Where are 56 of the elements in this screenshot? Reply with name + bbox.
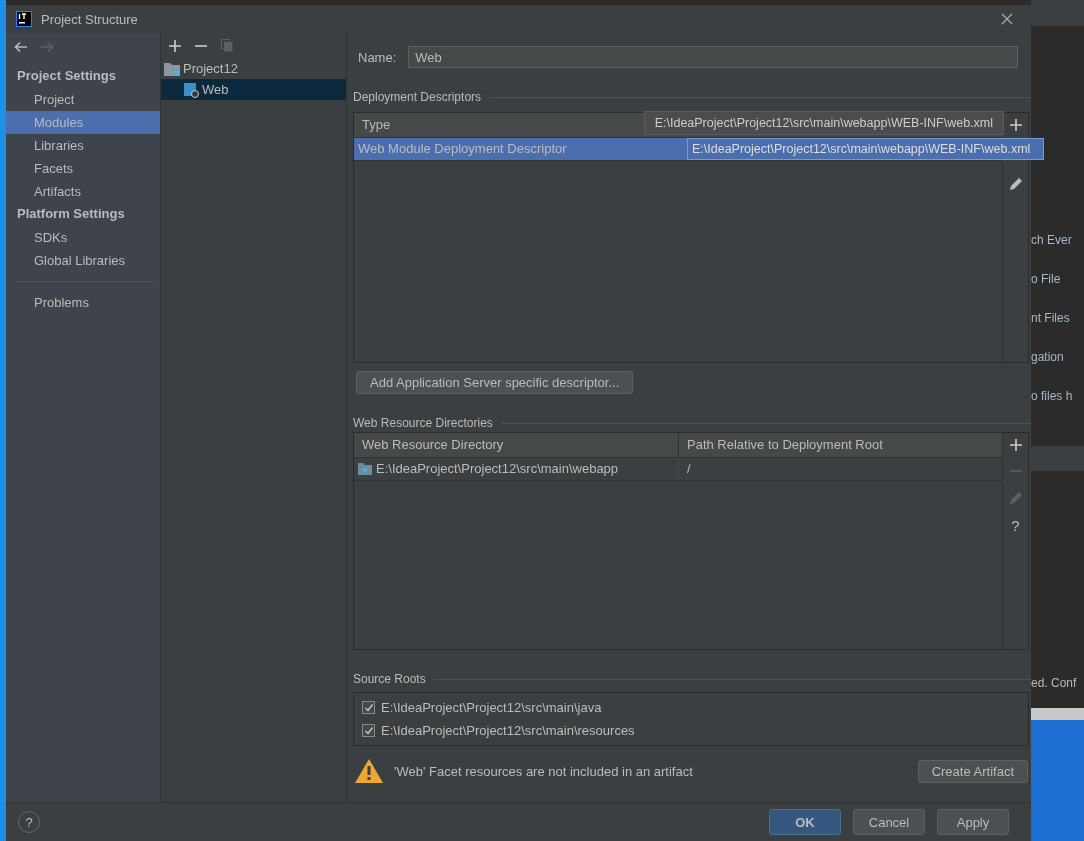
sidebar-item[interactable]: Global Libraries <box>6 249 160 272</box>
web-module-icon <box>183 81 199 98</box>
sidebar-item[interactable]: Modules <box>6 111 160 134</box>
table-cell: E:\IdeaProject\Project12\src\main\webapp\WEB-INF\web.xml <box>687 138 1044 160</box>
tree-item-label: Project12 <box>183 61 238 76</box>
dialog-button[interactable]: Apply <box>937 809 1009 835</box>
source-root-path: E:\IdeaProject\Project12\src\main\resources <box>381 723 635 738</box>
column-header: Path Relative to Deployment Root <box>678 433 1002 457</box>
back-arrow-icon[interactable] <box>14 41 28 53</box>
section-heading: Project Settings <box>16 67 117 85</box>
help-button[interactable]: ? <box>1011 519 1020 533</box>
sidebar-item[interactable]: Problems <box>6 291 160 314</box>
warning-icon <box>354 758 384 784</box>
background-editor-text: nt Files <box>1031 310 1071 327</box>
name-label: Name: <box>358 49 397 65</box>
group-title: Web Resource Directories <box>353 416 493 430</box>
background-editor-text: ch Ever <box>1031 232 1073 249</box>
tree-item[interactable]: Web <box>161 79 346 100</box>
add-icon[interactable] <box>1009 119 1022 131</box>
sidebar-item[interactable]: Project <box>6 88 160 111</box>
dialog-button[interactable]: Cancel <box>853 809 925 835</box>
tree-item-label: Web <box>202 82 229 97</box>
folder-icon <box>358 463 372 475</box>
group-title: Deployment Descriptors <box>353 90 482 104</box>
app-logo-icon <box>16 11 32 27</box>
background-editor-text: gation <box>1031 349 1065 366</box>
name-field[interactable]: Web <box>408 46 1018 68</box>
dialog-button[interactable]: OK <box>769 809 841 835</box>
table-cell: E:\IdeaProject\Project12\src\main\webapp <box>354 458 678 480</box>
sidebar-item[interactable]: Libraries <box>6 134 160 157</box>
checkbox[interactable] <box>362 701 375 714</box>
group-title: Source Roots <box>353 672 426 686</box>
edit-pencil-icon[interactable] <box>1008 177 1023 191</box>
create-artifact-button[interactable]: Create Artifact <box>917 759 1028 783</box>
section-heading: Platform Settings <box>16 205 126 223</box>
checkbox[interactable] <box>362 724 375 737</box>
add-icon[interactable] <box>1009 439 1022 451</box>
window-title: Project Structure <box>41 11 138 27</box>
sidebar-item[interactable]: Artifacts <box>6 180 160 203</box>
tree-item[interactable]: Project12 <box>161 58 346 79</box>
table-cell: / <box>678 458 1002 480</box>
source-root-path: E:\IdeaProject\Project12\src\main\java <box>381 700 602 715</box>
sidebar-item[interactable]: Facets <box>6 157 160 180</box>
add-icon[interactable] <box>169 39 181 52</box>
column-header: Type <box>361 116 392 134</box>
tooltip: E:\IdeaProject\Project12\src\main\webapp\WEB-INF\web.xml <box>643 111 1004 135</box>
add-descriptor-button[interactable]: Add Application Server specific descriptor... <box>356 371 634 394</box>
background-editor-text: o File <box>1031 271 1062 288</box>
column-header: Web Resource Directory <box>361 436 505 454</box>
close-icon[interactable] <box>1001 13 1013 25</box>
background-status-text: ed. Conf <box>1031 676 1078 690</box>
background-editor-text: o files h <box>1031 388 1074 405</box>
table-cell-text: Web Module Deployment Descriptor <box>357 140 568 158</box>
folder-icon <box>164 61 180 76</box>
warning-message: 'Web' Facet resources are not included in an artifact <box>394 763 694 779</box>
sidebar-item[interactable]: SDKs <box>6 226 160 249</box>
